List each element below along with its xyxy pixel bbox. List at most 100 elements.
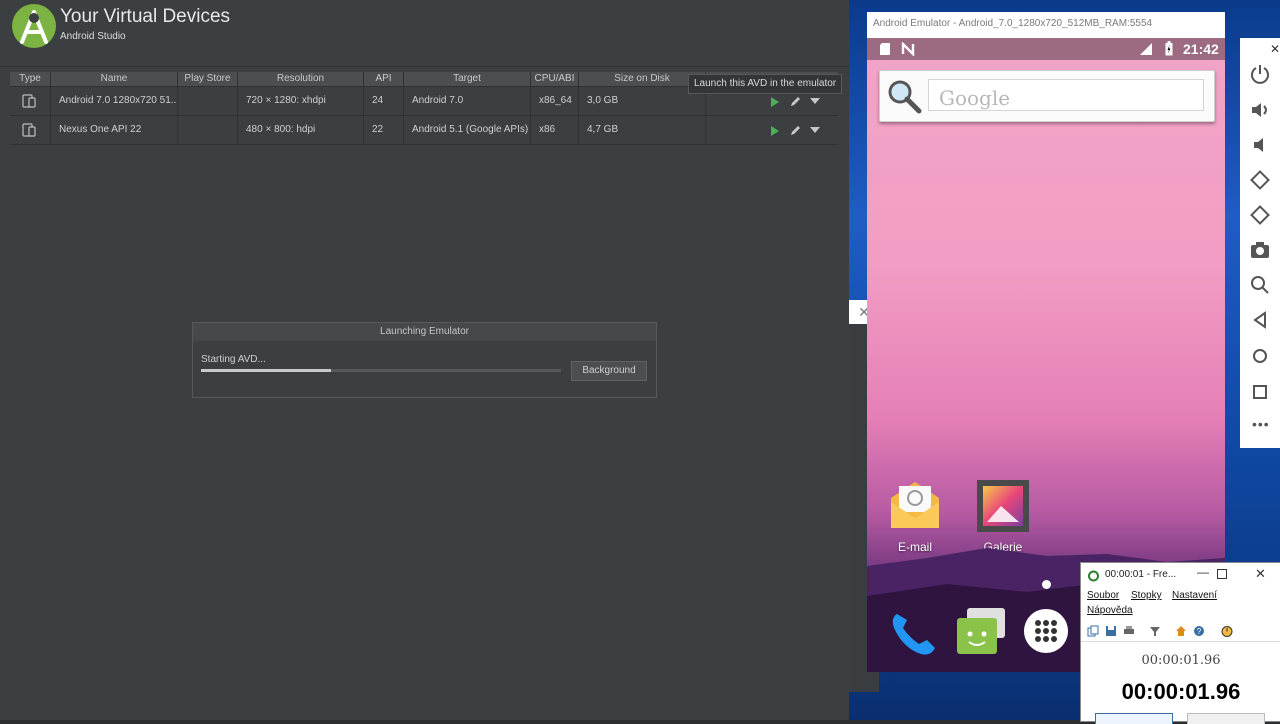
messaging-app-icon[interactable] <box>953 604 1009 660</box>
column-header-target[interactable]: Target <box>404 72 531 86</box>
progress-bar <box>201 369 561 372</box>
menu-stopky[interactable]: Stopky <box>1131 590 1162 601</box>
type-cell <box>10 116 51 144</box>
column-header-resolution[interactable]: Resolution <box>238 72 364 86</box>
signal-lte-icon <box>1140 43 1152 55</box>
menu-nastaveni[interactable]: Nastavení <box>1172 590 1217 601</box>
rotate-left-icon[interactable] <box>1248 168 1272 192</box>
chevron-down-icon[interactable] <box>810 98 820 105</box>
device-type-icon <box>22 123 36 137</box>
print-icon[interactable] <box>1123 625 1135 637</box>
svg-text:?: ? <box>1197 627 1202 636</box>
launching-emulator-dialog: Launching Emulator Starting AVD... Backg… <box>192 322 657 398</box>
page-subtitle: Android Studio <box>60 31 126 42</box>
launch-tooltip: Launch this AVD in the emulator <box>688 74 843 94</box>
stopwatch-window-title: 00:00:01 - Fre... <box>1105 569 1177 580</box>
size-cell: 3,0 GB <box>579 87 706 115</box>
size-cell: 4,7 GB <box>579 116 706 144</box>
rotate-right-icon[interactable] <box>1248 203 1272 227</box>
start-stop-button[interactable] <box>1095 713 1173 724</box>
play-icon[interactable] <box>770 96 780 108</box>
column-header-play-store[interactable]: Play Store <box>178 72 238 86</box>
volume-down-icon[interactable] <box>1248 133 1272 157</box>
play-icon[interactable] <box>770 125 780 137</box>
close-icon[interactable]: ✕ <box>1270 42 1280 56</box>
column-header-name[interactable]: Name <box>51 72 178 86</box>
background-button[interactable]: Background <box>571 361 647 381</box>
stopwatch-window: 00:00:01 - Fre... — ✕ Soubor Stopky Nast… <box>1080 562 1280 724</box>
camera-icon[interactable] <box>1248 238 1272 262</box>
api-cell: 24 <box>364 87 404 115</box>
n-notification-icon <box>901 42 915 56</box>
save-icon[interactable] <box>1105 625 1117 637</box>
column-header-size[interactable]: Size on Disk <box>579 72 706 86</box>
power-icon[interactable] <box>1248 62 1272 86</box>
api-cell: 22 <box>364 116 404 144</box>
home-icon[interactable] <box>1175 625 1187 637</box>
name-cell: Nexus One API 22 <box>51 116 178 144</box>
stopwatch-titlebar[interactable]: 00:00:01 - Fre... — ✕ <box>1081 563 1280 587</box>
google-search-widget[interactable]: Google <box>879 70 1215 122</box>
close-icon[interactable]: ✕ <box>1255 566 1266 582</box>
name-cell: Android 7.0 1280x720 51... <box>51 87 178 115</box>
maximize-icon[interactable] <box>1217 569 1227 579</box>
launch-status-text: Starting AVD... <box>201 354 266 365</box>
edit-pencil-icon[interactable] <box>789 124 802 137</box>
volume-up-icon[interactable] <box>1248 98 1272 122</box>
home-icon[interactable] <box>1248 344 1272 368</box>
target-cell: Android 7.0 <box>404 87 531 115</box>
column-header-cpu[interactable]: CPU/ABI <box>531 72 579 86</box>
table-row[interactable]: Nexus One API 22 480 × 800: hdpi 22 Andr… <box>10 116 838 145</box>
status-clock: 21:42 <box>1183 41 1219 57</box>
target-cell: Android 5.1 (Google APIs) <box>404 116 531 144</box>
divider <box>1081 641 1280 642</box>
menu-soubor[interactable]: Soubor <box>1087 590 1119 601</box>
emulator-toolbar: ✕ ••• <box>1240 38 1280 448</box>
emulator-window-title: Android Emulator - Android_7.0_1280x720_… <box>873 18 1153 29</box>
phone-app-icon[interactable] <box>889 608 939 658</box>
cpu-cell: x86_64 <box>531 87 579 115</box>
elapsed-time-small: 00:00:01.96 <box>1141 653 1221 668</box>
gallery-app-icon[interactable] <box>975 478 1031 534</box>
avd-header: Your Virtual Devices Android Studio <box>0 0 849 67</box>
device-type-icon <box>22 94 36 108</box>
overview-icon[interactable] <box>1248 380 1272 404</box>
zoom-icon[interactable] <box>1248 273 1272 297</box>
reset-button[interactable] <box>1187 713 1265 724</box>
stopwatch-icon[interactable] <box>1221 625 1233 637</box>
elapsed-time-large: 00:00:01.96 <box>1121 679 1241 704</box>
column-header-api[interactable]: API <box>364 72 404 86</box>
battery-icon <box>1165 41 1173 56</box>
emulator-titlebar[interactable]: Android Emulator - Android_7.0_1280x720_… <box>867 12 1225 38</box>
back-icon[interactable] <box>1248 308 1272 332</box>
edit-pencil-icon[interactable] <box>789 95 802 108</box>
search-input[interactable]: Google <box>928 79 1204 111</box>
resolution-cell: 720 × 1280: xhdpi <box>238 87 364 115</box>
help-icon[interactable]: ? <box>1193 625 1205 637</box>
magnifier-icon <box>888 80 922 114</box>
avd-manager-window: Your Virtual Devices Android Studio Type… <box>0 0 849 720</box>
row-actions <box>768 124 838 138</box>
minimize-icon[interactable]: — <box>1197 565 1209 579</box>
page-indicator-dot <box>1042 580 1051 589</box>
dialog-title: Launching Emulator <box>193 323 656 341</box>
sd-card-icon <box>880 43 890 55</box>
filter-icon[interactable] <box>1149 625 1161 637</box>
chevron-down-icon[interactable] <box>810 127 820 134</box>
cpu-cell: x86 <box>531 116 579 144</box>
email-app-icon[interactable] <box>887 478 943 534</box>
android-studio-logo <box>12 4 56 48</box>
resolution-cell: 480 × 800: hdpi <box>238 116 364 144</box>
play-store-cell <box>178 116 238 144</box>
menu-napoveda[interactable]: Nápověda <box>1087 605 1133 616</box>
more-icon[interactable]: ••• <box>1252 416 1270 432</box>
row-actions <box>768 95 838 109</box>
progress-bar-fill <box>201 369 331 372</box>
search-placeholder: Google <box>939 86 1011 110</box>
play-store-cell <box>178 87 238 115</box>
app-drawer-icon[interactable] <box>1023 608 1069 654</box>
stopwatch-app-icon <box>1088 570 1099 582</box>
type-cell <box>10 87 51 115</box>
column-header-type[interactable]: Type <box>10 72 51 86</box>
copy-icon[interactable] <box>1087 625 1099 637</box>
